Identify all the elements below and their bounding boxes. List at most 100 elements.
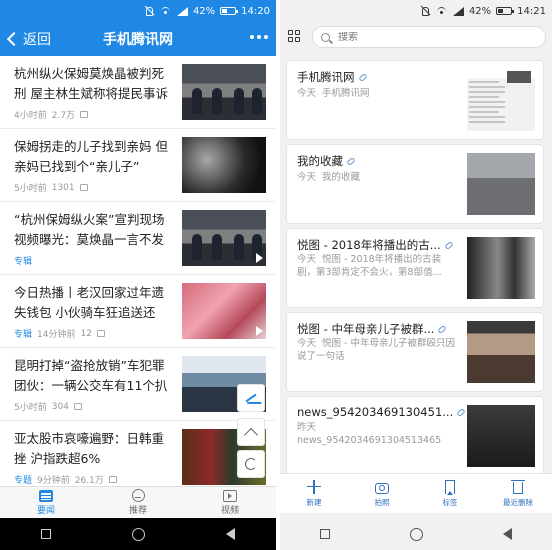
news-thumbnail	[182, 137, 266, 193]
note-desc: 手机腾讯网	[322, 88, 370, 99]
note-title: 悦图 - 2018年将播出的古...	[297, 237, 454, 253]
special-tag: 专辑	[14, 257, 33, 267]
play-icon	[256, 326, 263, 336]
nav-bar: 返回 手机腾讯网	[0, 22, 276, 56]
comment-icon	[80, 111, 89, 118]
note-desc: 悦图 - 2018年将播出的古装剧，第3部肯定不会火，第8部值...	[297, 254, 442, 278]
news-title: 保姆拐走的儿子找到亲妈 但亲妈已找到个“亲儿子”	[14, 139, 168, 174]
action-plus-button[interactable]: 新建	[280, 474, 348, 513]
news-item[interactable]: 今日热播丨老汉回家过年遗失钱包 小伙骑车狂追送还 专辑 14分钟前 12	[0, 275, 276, 348]
more-button[interactable]	[250, 35, 268, 39]
recents-icon[interactable]	[40, 529, 51, 539]
comment-count: 26.1万	[74, 476, 104, 486]
news-meta: 5小时前 1301	[14, 181, 88, 194]
news-thumbnail	[182, 283, 266, 339]
back-triangle-icon[interactable]	[226, 528, 236, 540]
link-icon	[456, 407, 466, 417]
android-nav-bar	[0, 518, 276, 550]
note-card[interactable]: 我的收藏 今天 我的收藏	[286, 144, 544, 224]
tab-video[interactable]: 视频	[184, 487, 276, 518]
camera-icon	[375, 482, 389, 494]
news-time: 14分钟前	[37, 330, 76, 340]
news-time: 5小时前	[14, 403, 47, 413]
left-phone-screen: 42% 14:20 返回 手机腾讯网 杭州纵火保姆莫焕晶被判死刑 屋主林生斌称将…	[0, 0, 276, 550]
dot-icon	[264, 35, 268, 39]
home-icon[interactable]	[410, 527, 423, 541]
bottom-tab-bar: 要闻 推荐 视频	[0, 486, 276, 518]
play-icon	[256, 253, 263, 263]
battery-icon	[496, 7, 515, 15]
action-label: 新建	[306, 497, 322, 507]
note-card[interactable]: news_954203469130451... 昨天 news_9542034691…	[286, 396, 544, 476]
news-meta: 专辑	[14, 254, 32, 267]
note-subtitle: 今天 悦图 - 中年母亲儿子被群殴只因说了一句话	[297, 337, 457, 363]
tab-news[interactable]: 要闻	[0, 487, 92, 518]
note-card[interactable]: 悦图 - 2018年将播出的古... 今天 悦图 - 2018年将播出的古装剧，第3…	[286, 228, 544, 308]
note-card[interactable]: 手机腾讯网 今天 手机腾讯网	[286, 60, 544, 140]
news-time: 9分钟前	[37, 476, 70, 486]
note-title: 悦图 - 中年母亲儿子被群...	[297, 321, 448, 337]
tab-label: 视频	[220, 505, 239, 516]
refresh-icon	[245, 458, 257, 470]
tag-icon	[445, 479, 455, 495]
note-card[interactable]: 悦图 - 中年母亲儿子被群... 今天 悦图 - 中年母亲儿子被群殴只因说了一句话	[286, 312, 544, 392]
home-icon[interactable]	[131, 527, 145, 541]
signal-icon	[452, 6, 464, 16]
tab-recommend[interactable]: 推荐	[92, 487, 184, 518]
note-subtitle: 昨天 news_9542034691304513465	[297, 421, 457, 447]
chevron-up-icon	[243, 427, 259, 442]
news-item[interactable]: 亚太股市哀嚎遍野：日韩重挫 沪指跌超6% 专题 9分钟前 26.1万	[0, 421, 276, 486]
status-time: 14:20	[241, 5, 270, 17]
comment-icon	[73, 403, 82, 410]
note-thumbnail	[467, 237, 535, 299]
news-thumbnail	[182, 64, 266, 120]
news-item[interactable]: 杭州纵火保姆莫焕晶被判死刑 屋主林生斌称将提民事诉讼 4小时前 2.7万	[0, 56, 276, 129]
news-time: 4小时前	[14, 111, 47, 121]
comment-count: 2.7万	[51, 111, 76, 121]
battery-percent: 42%	[192, 5, 216, 17]
back-button[interactable]: 返回	[6, 22, 51, 56]
grid-icon[interactable]	[288, 30, 302, 44]
chevron-left-icon	[6, 31, 22, 47]
link-icon	[357, 72, 368, 82]
wifi-icon	[436, 6, 448, 16]
action-bar: 新建 拍照 标签 最近删除	[280, 473, 552, 513]
search-box[interactable]	[312, 26, 546, 48]
action-tag-button[interactable]: 标签	[416, 474, 484, 513]
note-title-text: 悦图 - 中年母亲儿子被群...	[297, 322, 435, 336]
special-tag: 专题	[14, 476, 33, 486]
back-to-top-button[interactable]	[237, 418, 265, 446]
note-title-text: 悦图 - 2018年将播出的古...	[297, 238, 441, 252]
news-meta: 4小时前 2.7万	[14, 108, 89, 121]
news-time: 5小时前	[14, 184, 47, 194]
news-item[interactable]: 保姆拐走的儿子找到亲妈 但亲妈已找到个“亲儿子” 5小时前 1301	[0, 129, 276, 202]
refresh-button[interactable]	[237, 450, 265, 478]
recents-icon[interactable]	[320, 529, 330, 539]
battery-percent: 42%	[468, 5, 492, 17]
comment-count: 12	[80, 328, 92, 339]
dot-icon	[257, 35, 261, 39]
note-subtitle: 今天 手机腾讯网	[297, 87, 457, 100]
battery-icon	[220, 7, 239, 15]
news-title: 杭州纵火保姆莫焕晶被判死刑 屋主林生斌称将提民事诉讼	[14, 66, 168, 101]
news-item[interactable]: “杭州保姆纵火案”宣判现场视频曝光：莫焕晶一言不发 专辑	[0, 202, 276, 275]
back-triangle-icon[interactable]	[503, 528, 512, 540]
action-label: 标签	[442, 497, 458, 507]
compose-button[interactable]	[237, 384, 265, 412]
notes-list: 手机腾讯网 今天 手机腾讯网 我的收藏 今天 我的收藏 悦图 - 2018年将播出的古...…	[280, 60, 552, 520]
link-icon	[346, 156, 356, 166]
search-input[interactable]	[338, 31, 528, 43]
action-camera-button[interactable]: 拍照	[348, 474, 416, 513]
dot-icon	[250, 35, 254, 39]
trash-icon	[511, 479, 525, 494]
comment-icon	[108, 476, 117, 483]
action-trash-button[interactable]: 最近删除	[484, 474, 552, 513]
note-title-text: news_954203469130451...	[297, 405, 454, 419]
news-list: 杭州纵火保姆莫焕晶被判死刑 屋主林生斌称将提民事诉讼 4小时前 2.7万保姆拐走的儿…	[0, 56, 276, 486]
news-item[interactable]: 昆明打掉“盗抢放销”车犯罪团伙：一辆公交车有11个扒手 5小时前 304	[0, 348, 276, 421]
smile-icon	[131, 489, 145, 502]
tab-label: 推荐	[128, 506, 147, 516]
note-thumbnail	[467, 153, 535, 215]
note-title-text: 手机腾讯网	[297, 70, 355, 84]
search-icon	[321, 32, 330, 42]
